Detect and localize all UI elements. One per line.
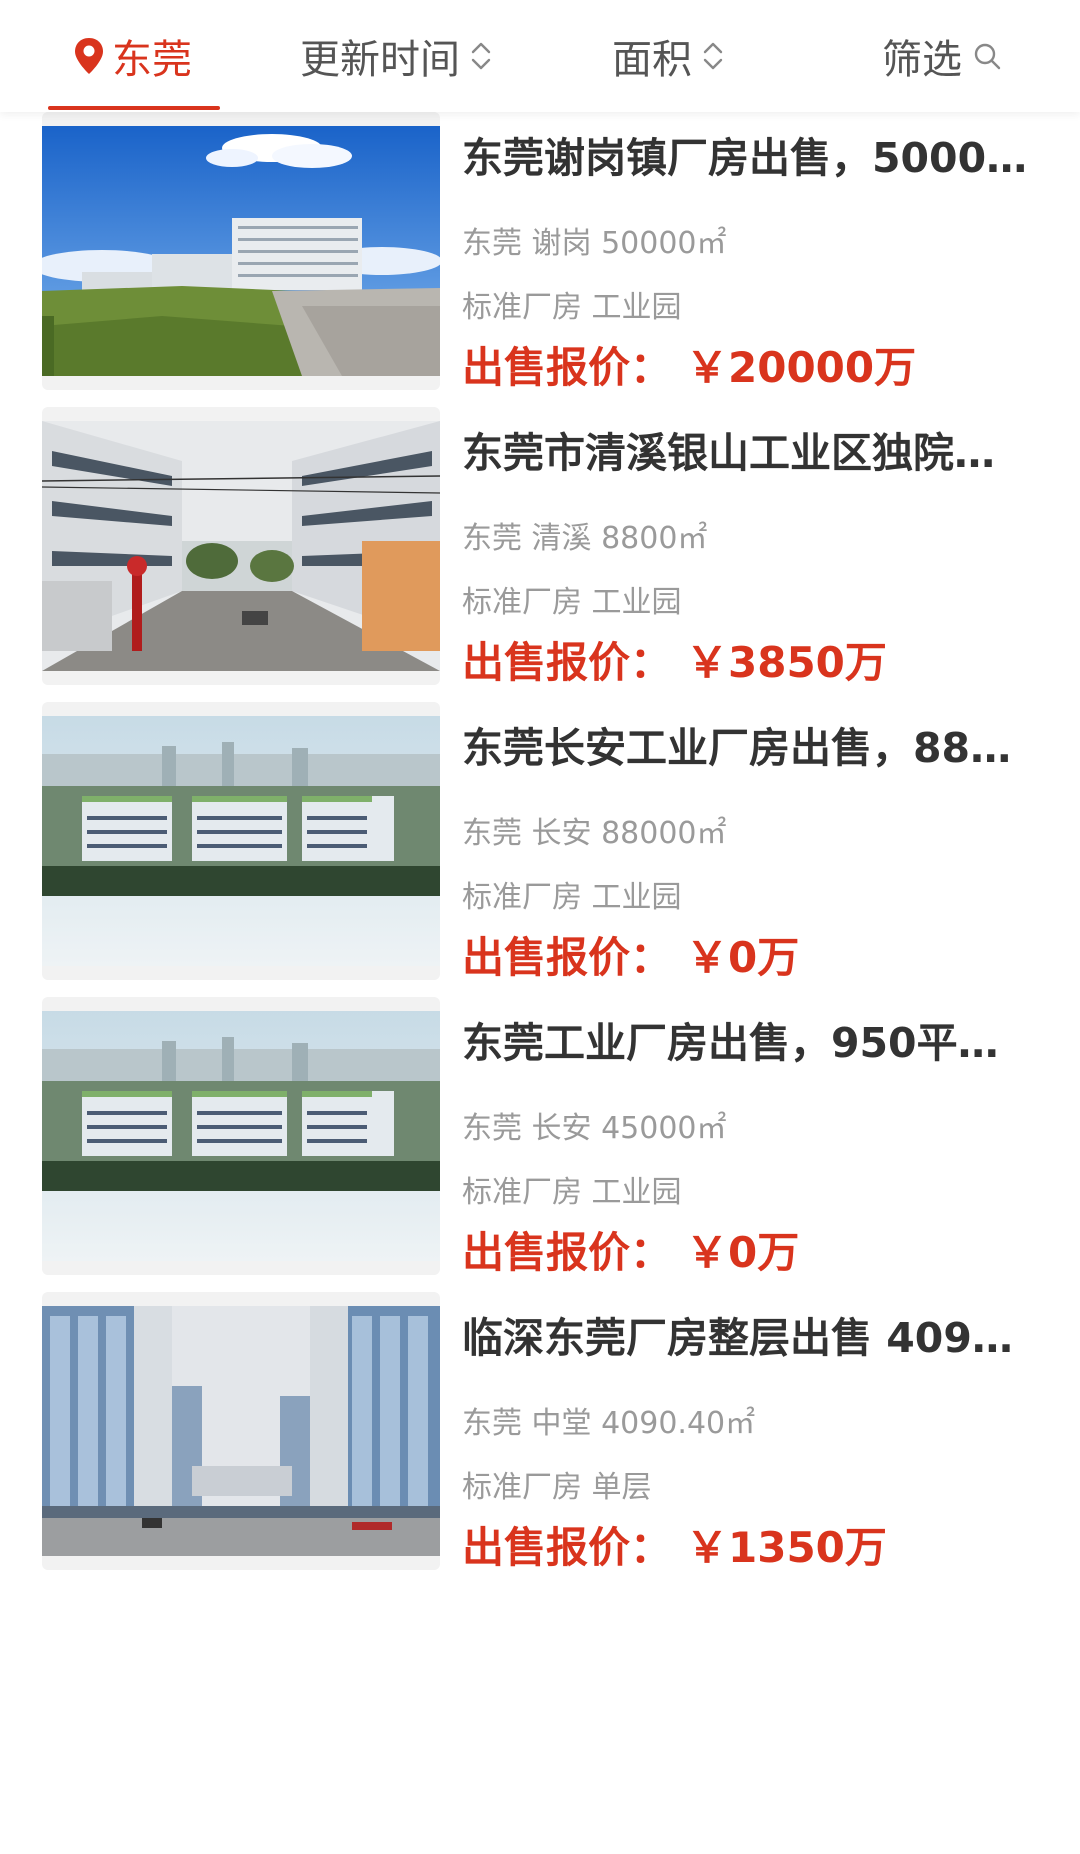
listing-title[interactable]: 东莞工业厂房出售，950平方米起 bbox=[462, 1017, 1032, 1069]
filter-button[interactable]: 筛选 bbox=[882, 0, 1002, 112]
filter-bar: 东莞 更新时间 面积 筛选 bbox=[0, 0, 1080, 112]
listing-location: 东莞 长安 88000㎡ bbox=[462, 816, 727, 851]
listing-location: 东莞 谢岗 50000㎡ bbox=[462, 226, 727, 261]
price-label: 出售报价： bbox=[462, 1523, 673, 1572]
price-value: ￥0万 bbox=[686, 933, 800, 982]
listing-card[interactable]: 东莞谢岗镇厂房出售，50000平方米 东莞 谢岗 50000㎡ 标准厂房 工业园… bbox=[0, 112, 1080, 412]
industrial-park-render bbox=[42, 1011, 440, 1261]
location-pin-icon bbox=[75, 38, 103, 74]
price-label: 出售报价： bbox=[462, 933, 673, 982]
listing-price: 出售报价： ￥3850万 bbox=[462, 635, 887, 691]
listing-price: 出售报价： ￥20000万 bbox=[462, 340, 916, 396]
listing-tags: 标准厂房 工业园 bbox=[462, 880, 682, 915]
listing-card[interactable]: 东莞工业厂房出售，950平方米起 东莞 长安 45000㎡ 标准厂房 工业园 出… bbox=[0, 997, 1080, 1297]
listing-thumbnail bbox=[42, 997, 440, 1275]
listing-tags: 标准厂房 工业园 bbox=[462, 585, 682, 620]
listing-card[interactable]: 东莞长安工业厂房出售，88000平方米 东莞 长安 88000㎡ 标准厂房 工业… bbox=[0, 702, 1080, 1002]
listing-title[interactable]: 东莞谢岗镇厂房出售，50000平方米 bbox=[462, 132, 1032, 184]
listing-card[interactable]: 东莞市清溪银山工业区独院厂房出售 东莞 清溪 8800㎡ 标准厂房 工业园 出售… bbox=[0, 407, 1080, 707]
area-label: 面积 bbox=[612, 37, 692, 83]
listing-thumbnail bbox=[42, 1292, 440, 1570]
listing-location: 东莞 清溪 8800㎡ bbox=[462, 521, 708, 556]
factory-hill-photo bbox=[42, 126, 440, 376]
listing-thumbnail bbox=[42, 407, 440, 685]
sort-arrows-icon bbox=[703, 42, 723, 70]
industrial-park-render bbox=[42, 716, 440, 966]
listing-title[interactable]: 东莞长安工业厂房出售，88000平方米 bbox=[462, 722, 1032, 774]
price-label: 出售报价： bbox=[462, 1228, 673, 1277]
listing-thumbnail bbox=[42, 112, 440, 390]
search-icon bbox=[974, 43, 1001, 70]
filter-label: 筛选 bbox=[882, 37, 962, 83]
listing-thumbnail bbox=[42, 702, 440, 980]
listing-tags: 标准厂房 工业园 bbox=[462, 290, 682, 325]
sort-arrows-icon bbox=[471, 42, 491, 70]
price-value: ￥3850万 bbox=[686, 638, 887, 687]
office-towers-photo bbox=[42, 1306, 440, 1556]
update-time-label: 更新时间 bbox=[300, 37, 460, 83]
sort-by-update-time[interactable]: 更新时间 bbox=[300, 0, 492, 112]
price-value: ￥20000万 bbox=[686, 343, 917, 392]
price-value: ￥0万 bbox=[686, 1228, 800, 1277]
city-label: 东莞 bbox=[112, 37, 192, 83]
listing-price: 出售报价： ￥1350万 bbox=[462, 1520, 887, 1576]
city-selector[interactable]: 东莞 bbox=[72, 0, 192, 112]
listing-location: 东莞 中堂 4090.40㎡ bbox=[462, 1406, 756, 1441]
price-label: 出售报价： bbox=[462, 343, 673, 392]
price-value: ￥1350万 bbox=[686, 1523, 887, 1572]
active-tab-indicator bbox=[48, 106, 220, 110]
listing-title[interactable]: 临深东莞厂房整层出售 4090.40平方米 bbox=[462, 1312, 1032, 1364]
listing-card[interactable]: 临深东莞厂房整层出售 4090.40平方米 东莞 中堂 4090.40㎡ 标准厂… bbox=[0, 1292, 1080, 1592]
factory-courtyard-photo bbox=[42, 421, 440, 671]
listing-location: 东莞 长安 45000㎡ bbox=[462, 1111, 727, 1146]
listing-price: 出售报价： ￥0万 bbox=[462, 930, 799, 986]
listing-price: 出售报价： ￥0万 bbox=[462, 1225, 799, 1281]
listing-tags: 标准厂房 单层 bbox=[462, 1470, 652, 1505]
price-label: 出售报价： bbox=[462, 638, 673, 687]
listing-title[interactable]: 东莞市清溪银山工业区独院厂房出售 bbox=[462, 427, 1032, 479]
sort-by-area[interactable]: 面积 bbox=[612, 0, 724, 112]
listing-tags: 标准厂房 工业园 bbox=[462, 1175, 682, 1210]
